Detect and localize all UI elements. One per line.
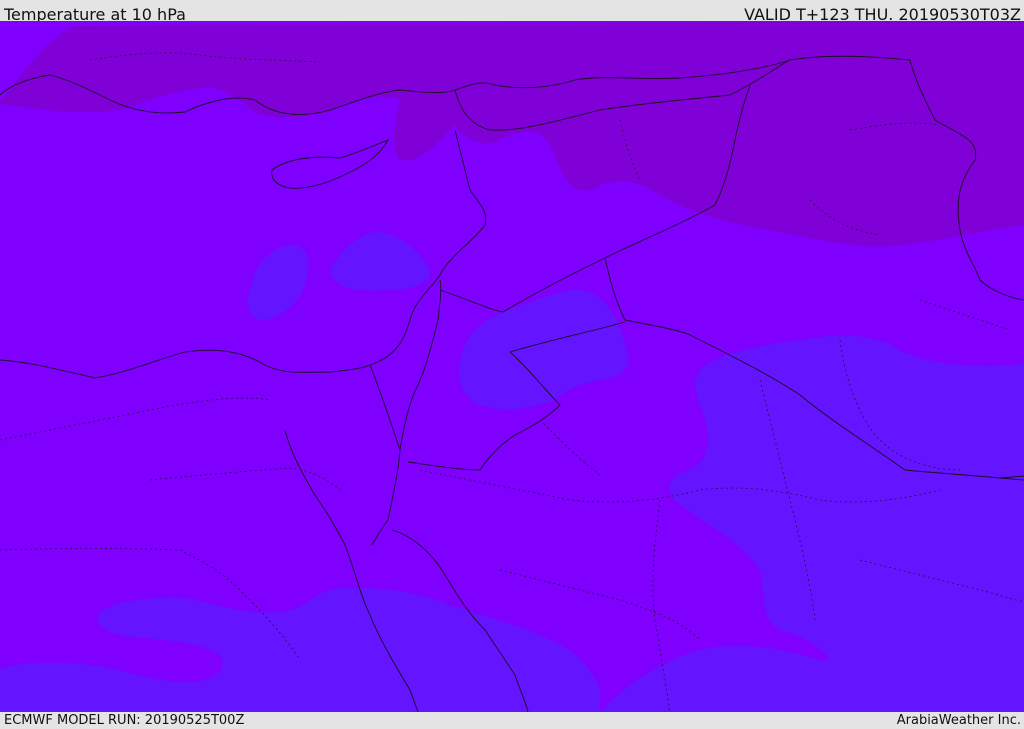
footer-bar: ECMWF MODEL RUN: 20190525T00Z ArabiaWeat… xyxy=(0,712,1024,729)
map-canvas xyxy=(0,21,1024,712)
header-bar: Temperature at 10 hPa VALID T+123 THU. 2… xyxy=(0,0,1024,24)
credit-label: ArabiaWeather Inc. xyxy=(896,713,1021,728)
temperature-map xyxy=(0,21,1024,712)
model-run-label: ECMWF MODEL RUN: 20190525T00Z xyxy=(4,713,245,728)
